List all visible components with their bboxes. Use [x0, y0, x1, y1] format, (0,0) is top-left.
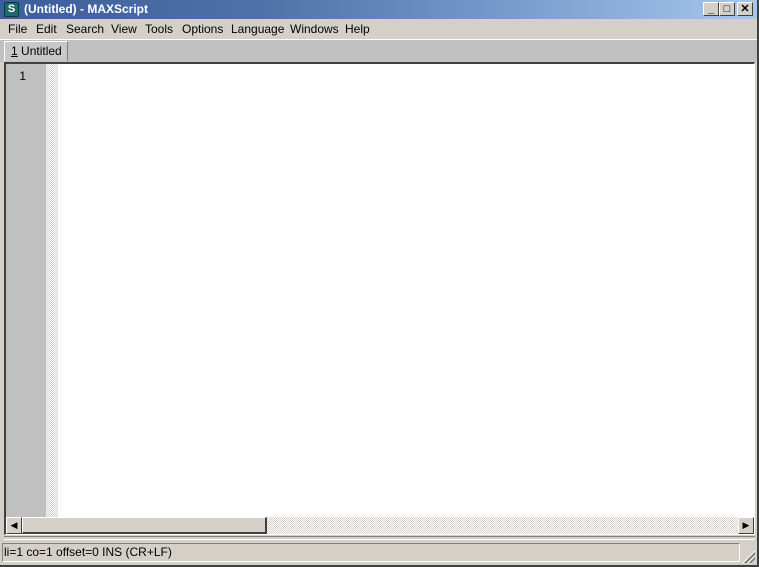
maxscript-icon[interactable]: S [4, 2, 19, 17]
menu-windows[interactable]: Windows [290, 22, 339, 36]
separator [4, 536, 755, 540]
tab-untitled[interactable]: 1 Untitled [4, 41, 68, 61]
menu-edit[interactable]: Edit [36, 22, 57, 36]
scroll-right-arrow-icon[interactable]: ▶ [738, 517, 754, 534]
scroll-left-arrow-icon[interactable]: ◀ [6, 517, 22, 534]
menu-tools[interactable]: Tools [145, 22, 173, 36]
resize-grip-icon[interactable] [741, 549, 755, 563]
status-text: li=1 co=1 offset=0 INS (CR+LF) [2, 543, 740, 562]
scrollbar-thumb[interactable] [22, 517, 267, 534]
close-button[interactable]: ✕ [737, 2, 753, 16]
menu-help[interactable]: Help [345, 22, 370, 36]
menu-options[interactable]: Options [182, 22, 223, 36]
tab-number: 1 [11, 44, 18, 58]
code-text-area[interactable] [58, 64, 754, 517]
menu-file[interactable]: File [8, 22, 27, 36]
window-title: (Untitled) - MAXScript [24, 2, 148, 16]
title-bar[interactable]: S (Untitled) - MAXScript _ □ ✕ [0, 0, 757, 19]
menu-view[interactable]: View [111, 22, 137, 36]
fold-margin[interactable] [46, 64, 58, 517]
maximize-button[interactable]: □ [719, 2, 735, 16]
horizontal-scrollbar[interactable]: ◀ ▶ [6, 517, 754, 534]
maxscript-window: S (Untitled) - MAXScript _ □ ✕ File Edit… [0, 0, 759, 567]
line-number-gutter: 1 [6, 64, 46, 517]
menu-bar: File Edit Search View Tools Options Lang… [0, 19, 757, 39]
status-bar: li=1 co=1 offset=0 INS (CR+LF) [0, 541, 757, 565]
tab-label: Untitled [21, 44, 62, 58]
menu-search[interactable]: Search [66, 22, 104, 36]
line-number: 1 [19, 69, 26, 83]
menu-language[interactable]: Language [231, 22, 284, 36]
minimize-button[interactable]: _ [703, 2, 719, 16]
editor: 1 ◀ ▶ [4, 62, 755, 535]
document-tabs: 1 Untitled [0, 39, 757, 62]
